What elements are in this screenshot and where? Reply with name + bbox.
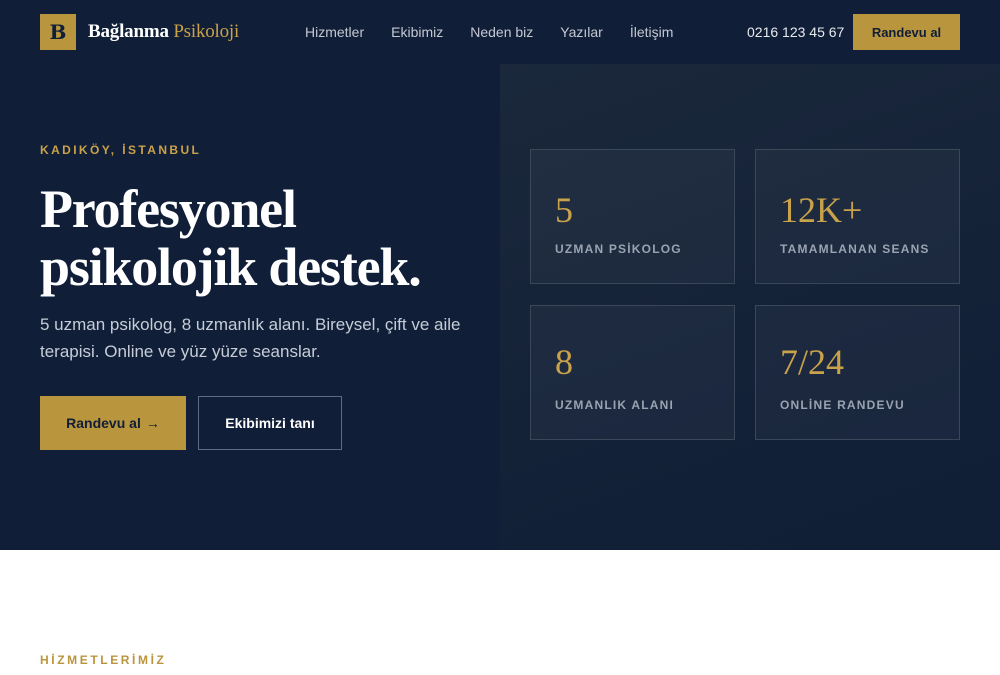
stat-label: TAMAMLANAN SEANS <box>780 242 930 256</box>
hero-headline-line-2: psikolojik destek. <box>40 237 422 297</box>
hero-location-eyebrow: KADIKÖY, İSTANBUL <box>40 143 202 157</box>
nav-link-iletisim[interactable]: İletişim <box>630 24 674 40</box>
stat-label: UZMAN PSİKOLOG <box>555 242 682 256</box>
nav-link-ekibimiz[interactable]: Ekibimiz <box>391 24 443 40</box>
services-section-eyebrow: HİZMETLERİMİZ <box>40 653 167 667</box>
brand-name[interactable]: Bağlanma Psikoloji <box>88 21 239 43</box>
stat-label: ONLİNE RANDEVU <box>780 398 905 412</box>
hero-headline: Profesyonel psikolojik destek. <box>40 180 480 296</box>
top-navigation: B Bağlanma Psikoloji Hizmetler Ekibimiz … <box>0 0 1000 64</box>
arrow-right-icon: → <box>145 415 160 431</box>
nav-appointment-button[interactable]: Randevu al <box>853 14 960 50</box>
stat-value: 8 <box>555 342 573 382</box>
logo-mark[interactable]: B <box>40 14 76 50</box>
hero-appointment-button[interactable]: Randevu al → <box>40 396 186 450</box>
stat-value: 12K+ <box>780 190 863 230</box>
meet-team-button[interactable]: Ekibimizi tanı <box>198 396 342 450</box>
stat-card-online-appointment: 7/24 ONLİNE RANDEVU <box>755 305 960 440</box>
brand-name-primary: Bağlanma <box>88 21 169 42</box>
phone-number-link[interactable]: 0216 123 45 67 <box>747 24 844 40</box>
brand-name-secondary: Psikoloji <box>173 21 240 42</box>
stat-card-psychologists: 5 UZMAN PSİKOLOG <box>530 149 735 284</box>
stat-label: UZMANLIK ALANI <box>555 398 675 412</box>
stat-card-specialties: 8 UZMANLIK ALANI <box>530 305 735 440</box>
nav-link-hizmetler[interactable]: Hizmetler <box>305 24 364 40</box>
stat-value: 7/24 <box>780 342 845 382</box>
nav-link-neden-biz[interactable]: Neden biz <box>470 24 533 40</box>
hero-headline-line-1: Profesyonel <box>40 179 297 239</box>
hero-lead-text: 5 uzman psikolog, 8 uzmanlık alanı. Bire… <box>40 315 461 361</box>
stat-card-sessions: 12K+ TAMAMLANAN SEANS <box>755 149 960 284</box>
stat-value: 5 <box>555 190 573 230</box>
nav-link-yazilar[interactable]: Yazılar <box>560 24 603 40</box>
nav-links: Hizmetler Ekibimiz Neden biz Yazılar İle… <box>305 24 673 40</box>
hero-appointment-label: Randevu al <box>66 415 141 431</box>
